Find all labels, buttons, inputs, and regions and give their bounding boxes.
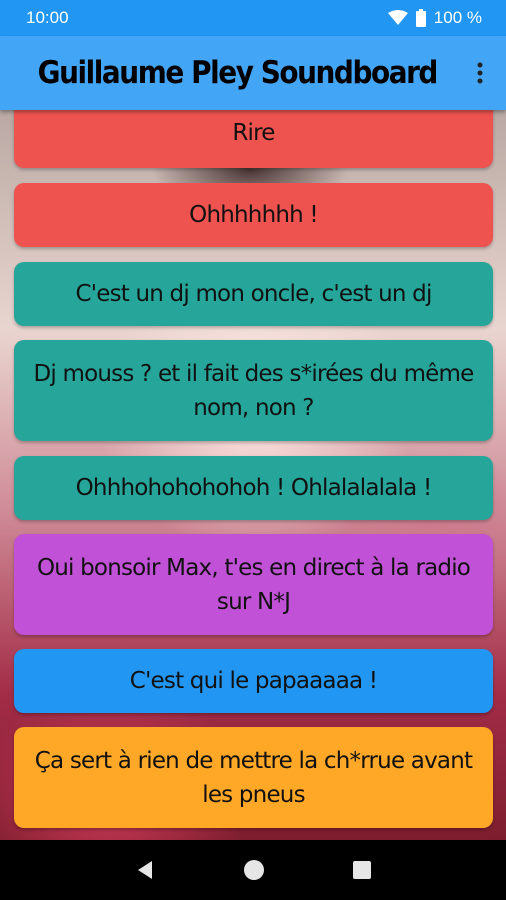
sound-label: Rire bbox=[232, 120, 275, 146]
app-title: Guillaume Pley Soundboard bbox=[37, 55, 439, 91]
sound-button[interactable]: Ohhhohohohohoh ! Ohlalalalala ! bbox=[14, 456, 493, 520]
navigation-bar bbox=[0, 840, 506, 900]
sound-button[interactable]: Dj mouss ? et il fait des s*irées du mêm… bbox=[14, 340, 493, 441]
sound-button[interactable]: Oui bonsoir Max, t'es en direct à la rad… bbox=[14, 534, 493, 635]
home-icon[interactable] bbox=[243, 859, 265, 881]
soundboard-list[interactable]: Rire Ohhhhhhh ! C'est un dj mon oncle, c… bbox=[0, 110, 506, 840]
back-icon[interactable] bbox=[134, 859, 156, 881]
wifi-icon bbox=[387, 10, 408, 25]
sound-label: C'est qui le papaaaaa ! bbox=[129, 668, 378, 694]
sound-label: Dj mouss ? et il fait des s*irées du mêm… bbox=[33, 360, 474, 421]
sound-button[interactable]: C'est qui le papaaaaa ! bbox=[14, 649, 493, 713]
sound-button[interactable]: Rire bbox=[14, 110, 493, 168]
app-bar: Guillaume Pley Soundboard bbox=[0, 36, 506, 110]
overflow-menu-button[interactable] bbox=[462, 36, 498, 110]
battery-percent: 100 % bbox=[433, 8, 482, 27]
recents-icon[interactable] bbox=[352, 860, 372, 880]
sound-button[interactable]: Ohhhhhhh ! bbox=[14, 183, 493, 247]
sound-label: Ohhhhhhh ! bbox=[189, 202, 318, 228]
status-icons: 100 % bbox=[387, 8, 482, 28]
battery-icon bbox=[415, 9, 426, 27]
sound-label: Ça sert à rien de mettre la ch*rrue avan… bbox=[34, 747, 473, 808]
sound-button[interactable]: C'est un dj mon oncle, c'est un dj bbox=[14, 262, 493, 326]
status-bar: 10:00 100 % bbox=[0, 0, 506, 36]
clock: 10:00 bbox=[26, 8, 69, 27]
sound-label: Oui bonsoir Max, t'es en direct à la rad… bbox=[36, 554, 471, 615]
more-vert-icon bbox=[477, 62, 483, 84]
sound-label: C'est un dj mon oncle, c'est un dj bbox=[75, 281, 432, 307]
sound-button[interactable]: Ça sert à rien de mettre la ch*rrue avan… bbox=[14, 727, 493, 828]
sound-label: Ohhhohohohohoh ! Ohlalalalala ! bbox=[75, 475, 433, 501]
